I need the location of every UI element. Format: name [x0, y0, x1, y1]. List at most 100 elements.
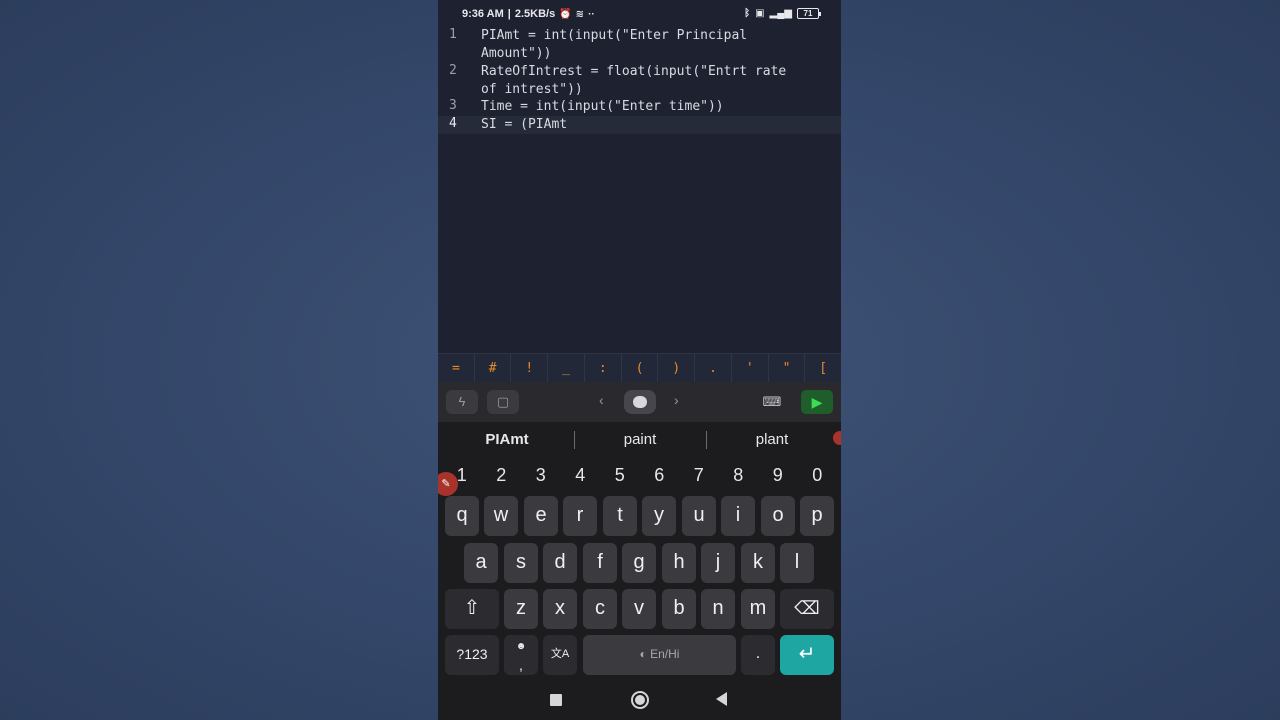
code-text-wrap: of intrest")) [481, 82, 583, 97]
symbol-underscore[interactable]: _ [548, 354, 585, 382]
key-w[interactable]: w [484, 496, 518, 536]
back-icon[interactable] [716, 692, 727, 706]
symbol-equals[interactable]: = [438, 354, 475, 382]
key-l[interactable]: l [780, 543, 814, 583]
flash-icon[interactable]: ϟ [446, 390, 478, 414]
space-label: En/Hi [650, 647, 680, 661]
more-icon: ·· [588, 8, 595, 20]
floating-bubble-icon[interactable] [833, 431, 841, 445]
cursor-handle-button[interactable] [624, 390, 656, 414]
period-key[interactable]: . [741, 635, 775, 675]
number-row: 1 2 3 4 5 6 7 8 9 0 [438, 462, 841, 488]
run-button[interactable]: ▶ [801, 390, 833, 414]
key-6[interactable]: 6 [640, 462, 680, 488]
key-q[interactable]: q [445, 496, 479, 536]
code-line-4-current[interactable]: 4 SI = (PIAmt [438, 116, 841, 134]
symbols-key[interactable]: ?123 [445, 635, 499, 675]
code-line-2[interactable]: 2 RateOfIntrest = float(input("Entrt rat… [438, 63, 841, 99]
key-row-1: q w e r t y u i o p [438, 496, 841, 536]
suggestion-strip: PIAmt paint plant [438, 422, 841, 458]
code-line-3[interactable]: 3 Time = int(input("Enter time")) [438, 98, 841, 116]
key-a[interactable]: a [464, 543, 498, 583]
key-s[interactable]: s [504, 543, 538, 583]
key-2[interactable]: 2 [482, 462, 522, 488]
key-k[interactable]: k [741, 543, 775, 583]
key-row-3: ⇧ z x c v b n m ⌫ [438, 589, 841, 629]
soft-keyboard: PIAmt paint plant 1 2 3 4 5 6 7 8 9 0 ✎ … [438, 422, 841, 680]
key-8[interactable]: 8 [719, 462, 759, 488]
code-text-wrap: Amount")) [481, 46, 552, 61]
line-number: 4 [449, 116, 457, 131]
clipboard-icon[interactable]: ▢ [487, 390, 519, 414]
shift-key[interactable]: ⇧ [445, 589, 499, 629]
suggestion-3[interactable]: plant [706, 431, 838, 448]
backspace-key[interactable]: ⌫ [780, 589, 834, 629]
key-m[interactable]: m [741, 589, 775, 629]
symbol-hash[interactable]: # [475, 354, 512, 382]
key-r[interactable]: r [563, 496, 597, 536]
key-f[interactable]: f [583, 543, 617, 583]
key-row-2: a s d f g h j k l [438, 543, 841, 583]
code-line-1[interactable]: 1 PIAmt = int(input("Enter Principal Amo… [438, 27, 841, 63]
key-3[interactable]: 3 [521, 462, 561, 488]
symbol-open-bracket[interactable]: [ [805, 354, 841, 382]
keyboard-toolbar: ϟ ▢ ‹ › ⌨ ▶ [438, 382, 841, 422]
key-0[interactable]: 0 [798, 462, 838, 488]
bluetooth-icon: ᛒ [744, 8, 751, 19]
key-c[interactable]: c [583, 589, 617, 629]
key-n[interactable]: n [701, 589, 735, 629]
key-t[interactable]: t [603, 496, 637, 536]
key-v[interactable]: v [622, 589, 656, 629]
symbol-open-paren[interactable]: ( [622, 354, 659, 382]
key-d[interactable]: d [543, 543, 577, 583]
key-x[interactable]: x [543, 589, 577, 629]
navigation-bar [438, 680, 841, 720]
key-7[interactable]: 7 [679, 462, 719, 488]
key-j[interactable]: j [701, 543, 735, 583]
key-e[interactable]: e [524, 496, 558, 536]
key-o[interactable]: o [761, 496, 795, 536]
key-4[interactable]: 4 [561, 462, 601, 488]
cursor-left-button[interactable]: ‹ [599, 392, 604, 408]
key-h[interactable]: h [662, 543, 696, 583]
key-y[interactable]: y [642, 496, 676, 536]
emoji-icon: ☻ [515, 641, 527, 652]
code-editor[interactable]: 1 PIAmt = int(input("Enter Principal Amo… [438, 27, 841, 353]
key-g[interactable]: g [622, 543, 656, 583]
suggestion-1[interactable]: PIAmt [441, 431, 573, 448]
key-i[interactable]: i [721, 496, 755, 536]
code-text: PIAmt = int(input("Enter Principal [481, 28, 748, 43]
comma-key[interactable]: ☻ , [504, 635, 538, 675]
key-9[interactable]: 9 [758, 462, 798, 488]
symbol-period[interactable]: . [695, 354, 732, 382]
key-p[interactable]: p [800, 496, 834, 536]
code-text: RateOfIntrest = float(input("Entrt rate [481, 64, 787, 79]
code-text: Time = int(input("Enter time")) [481, 99, 724, 114]
keyboard-icon[interactable]: ⌨ [756, 390, 788, 414]
key-z[interactable]: z [504, 589, 538, 629]
line-number: 1 [449, 27, 457, 42]
comma-label: , [519, 657, 523, 673]
enter-key[interactable]: ↵ [780, 635, 834, 675]
key-u[interactable]: u [682, 496, 716, 536]
space-bar[interactable]: ◐ En/Hi [583, 635, 736, 675]
symbol-exclamation[interactable]: ! [511, 354, 549, 382]
cursor-right-button[interactable]: › [674, 392, 679, 408]
key-row-4: ?123 ☻ , 文A ◐ En/Hi . ↵ [438, 635, 841, 675]
symbol-close-paren[interactable]: ) [658, 354, 696, 382]
status-network-speed: 2.5KB/s [514, 8, 556, 20]
globe-icon: ◐ [639, 647, 651, 661]
translate-icon[interactable]: 文A [543, 635, 577, 675]
key-5[interactable]: 5 [600, 462, 640, 488]
symbol-double-quote[interactable]: " [769, 354, 806, 382]
battery-icon: 71 [797, 8, 821, 19]
status-bar: 9:36 AM | 2.5KB/s ⏰ ≋ ·· ᛒ ▣ ▂▄▆ 71 [438, 0, 841, 28]
home-icon[interactable] [631, 691, 649, 709]
symbol-colon[interactable]: : [585, 354, 622, 382]
line-number: 3 [449, 98, 457, 113]
symbol-single-quote[interactable]: ' [732, 354, 769, 382]
pen-icon[interactable]: ✎ [438, 472, 458, 496]
suggestion-2[interactable]: paint [574, 431, 706, 448]
recents-icon[interactable] [550, 694, 562, 706]
key-b[interactable]: b [662, 589, 696, 629]
